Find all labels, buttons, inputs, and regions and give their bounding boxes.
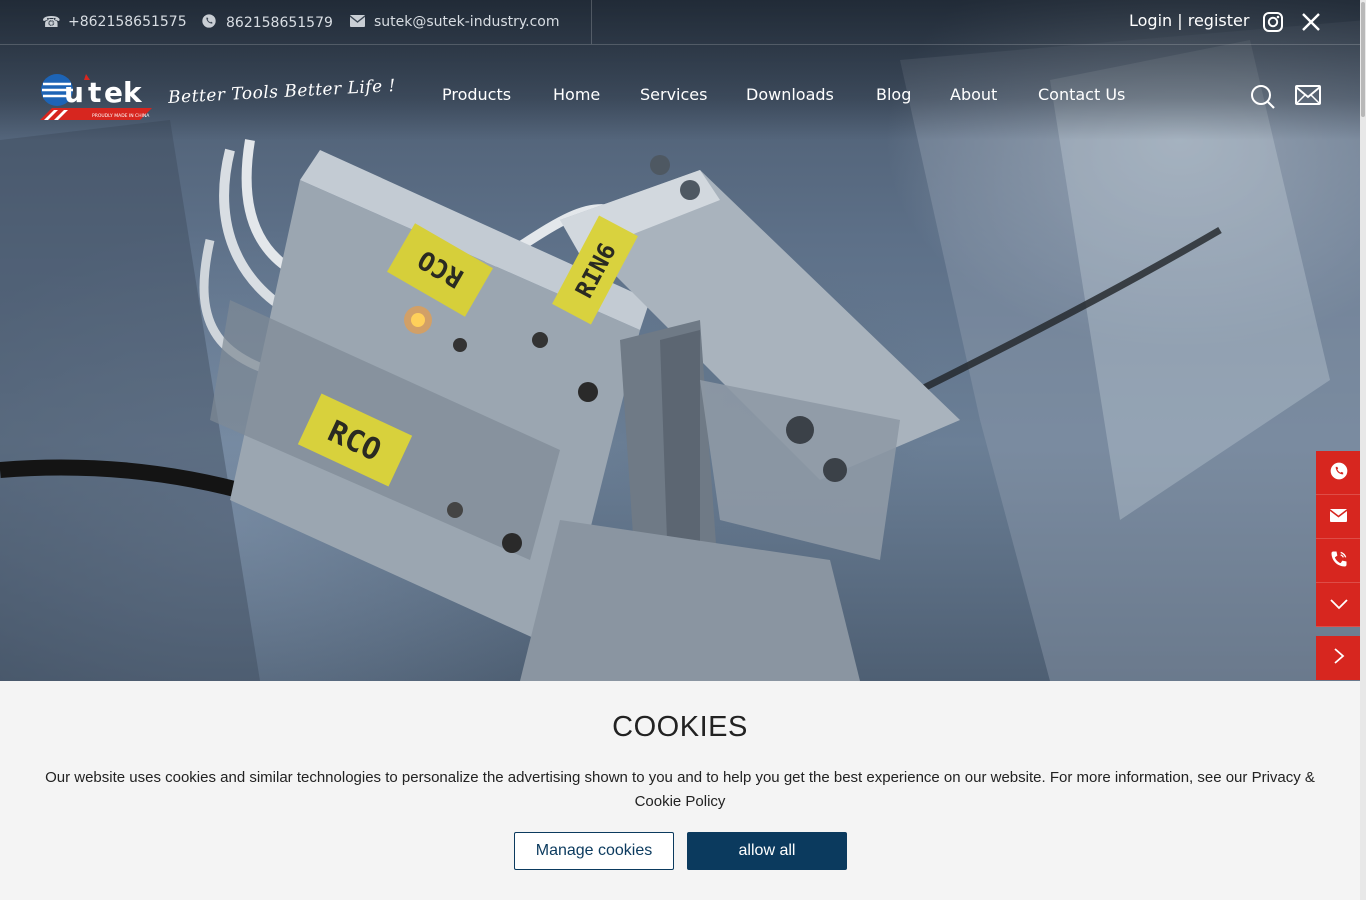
float-email-button[interactable] [1316, 495, 1361, 539]
telephone-icon: ☎ [42, 13, 61, 31]
nav-contact-us[interactable]: Contact Us [1038, 85, 1125, 104]
envelope-icon[interactable] [1295, 84, 1321, 108]
svg-text:u: u [64, 76, 84, 109]
chevron-right-icon [1333, 647, 1345, 669]
login-register-link[interactable]: Login | register [1129, 11, 1249, 30]
chevron-down-icon [1329, 595, 1349, 614]
topbar-phone[interactable]: ☎ +862158651575 [42, 13, 187, 31]
topbar-phone-number: +862158651575 [68, 14, 187, 30]
svg-text:ek: ek [104, 76, 143, 109]
search-icon[interactable] [1250, 84, 1276, 109]
nav-services[interactable]: Services [640, 85, 707, 104]
cookie-consent-panel: COOKIES Our website uses cookies and sim… [0, 681, 1360, 900]
page-scrollbar[interactable] [1360, 0, 1366, 900]
topbar-email[interactable]: sutek@sutek-industry.com [348, 13, 560, 31]
topbar-email-address: sutek@sutek-industry.com [374, 14, 560, 30]
cookie-title: COOKIES [612, 711, 748, 743]
topbar-whatsapp-number: 862158651579 [226, 15, 333, 31]
nav-products[interactable]: Products [442, 85, 511, 104]
float-phone-button[interactable] [1316, 539, 1361, 583]
float-next-button[interactable] [1316, 636, 1361, 680]
svg-text:t: t [88, 76, 101, 109]
manage-cookies-button[interactable]: Manage cookies [514, 832, 674, 870]
top-bar: ☎ +862158651575 862158651579 sutek@sutek… [0, 0, 1360, 45]
mail-icon [348, 13, 366, 31]
mail-icon [1329, 507, 1348, 526]
nav-blog[interactable]: Blog [876, 85, 911, 104]
whatsapp-icon [200, 13, 218, 33]
scrollbar-thumb[interactable] [1361, 2, 1365, 117]
cookie-message: Our website uses cookies and similar tec… [45, 769, 1315, 810]
float-whatsapp-button[interactable] [1316, 451, 1361, 495]
topbar-whatsapp[interactable]: 862158651579 [200, 13, 333, 33]
nav-downloads[interactable]: Downloads [746, 85, 834, 104]
floating-contact-bar [1316, 451, 1361, 627]
logo-subtext: PROUDLY MADE IN CHINA [92, 113, 150, 119]
nav-about[interactable]: About [950, 85, 997, 104]
allow-all-button[interactable]: allow all [687, 832, 847, 870]
nav-home[interactable]: Home [553, 85, 600, 104]
sutek-logo[interactable]: u t ek PROUDLY MADE IN CHINA [40, 70, 152, 122]
whatsapp-icon [1329, 461, 1349, 485]
topbar-divider [591, 0, 592, 44]
phone-icon [1329, 549, 1349, 573]
float-collapse-button[interactable] [1316, 583, 1361, 627]
instagram-icon[interactable] [1262, 11, 1284, 33]
x-twitter-icon[interactable] [1300, 11, 1322, 33]
